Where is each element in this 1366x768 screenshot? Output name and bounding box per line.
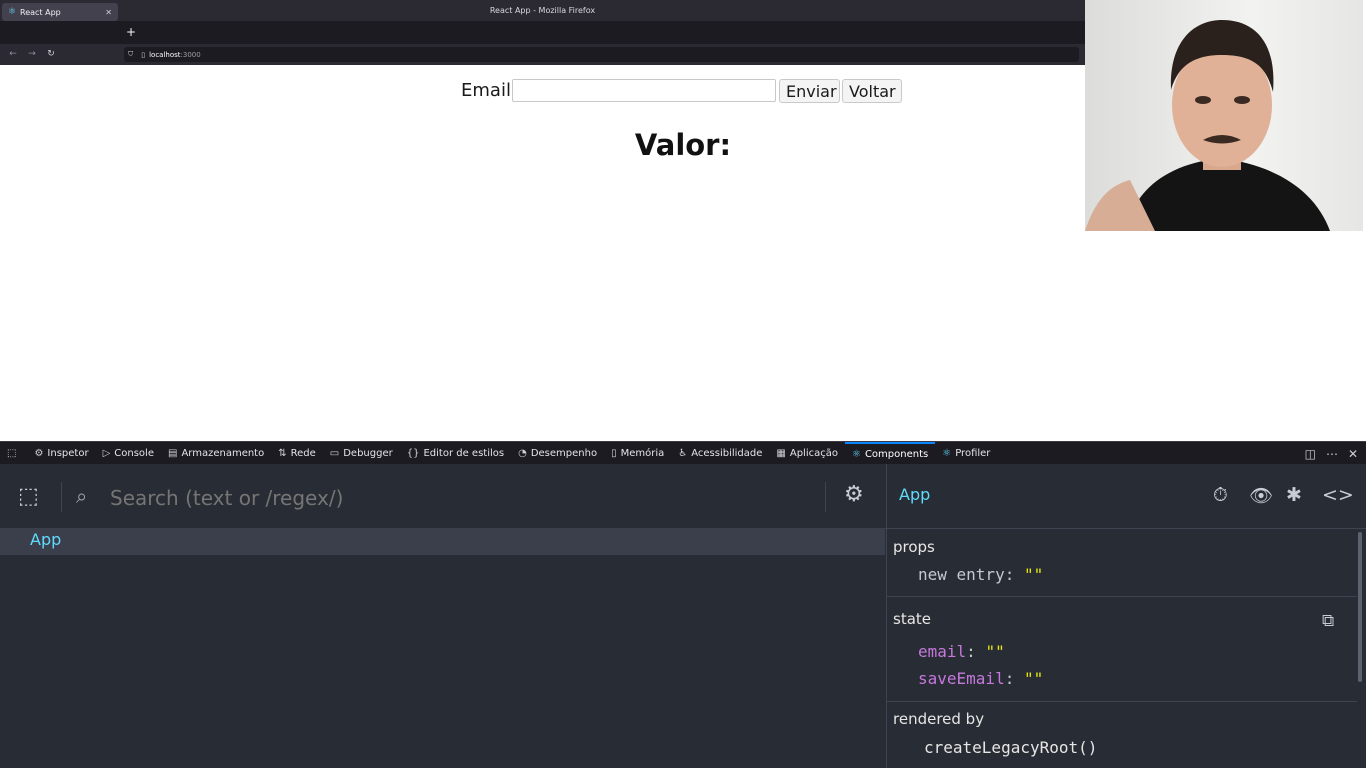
tab-strip (0, 21, 1085, 44)
url-host: localhost (149, 50, 181, 59)
prop-key: new entry (918, 565, 1005, 584)
tab-aplicacao[interactable]: ▦ Aplicação (769, 442, 845, 465)
react-icon: ⚛ (851, 449, 861, 460)
devtools-toolbar: ⬚ ⚙ Inspetor ▷ Console ▤ Armazenamento ⇅ Red… (0, 441, 1366, 465)
state-key: email (918, 642, 967, 661)
application-icon: ▦ (776, 448, 786, 459)
memory-icon: ▯ (611, 448, 617, 459)
debugger-icon: ▭ (329, 448, 340, 459)
email-input[interactable] (512, 79, 776, 102)
tab-memoria[interactable]: ▯ Memória (604, 442, 671, 465)
react-icon: ⚛ (942, 448, 952, 459)
back-icon[interactable]: ← (6, 44, 20, 65)
stopwatch-icon[interactable]: ⏱ (1213, 484, 1228, 506)
state-value: "" (985, 642, 1005, 661)
window-title-bar: React App - Mozilla Firefox (0, 0, 1085, 21)
tracking-shield-icon[interactable]: ⛉ (128, 50, 133, 59)
search-icon: ⌕ (76, 484, 88, 508)
eye-icon[interactable]: 👁 (1249, 484, 1273, 507)
rendered-by-value[interactable]: createLegacyRoot() (924, 738, 1097, 757)
tab-rede[interactable]: ⇅ Rede (271, 442, 323, 465)
state-key: saveEmail (918, 669, 1005, 688)
enviar-button[interactable]: Enviar (779, 79, 840, 103)
forward-icon[interactable]: → (25, 44, 39, 65)
more-options-icon[interactable]: ⋯ (1326, 447, 1338, 461)
element-picker-button[interactable]: ⬚ (0, 442, 27, 465)
prop-value: "" (1023, 565, 1044, 584)
accessibility-icon: ♿ (678, 448, 688, 459)
browser-tab[interactable]: ⚛ React App ✕ (2, 3, 118, 21)
tab-label: Inspetor (47, 448, 89, 459)
storage-icon: ▤ (167, 448, 178, 459)
tab-label: Profiler (955, 448, 991, 459)
tab-label: Desempenho (530, 448, 598, 459)
state-value: "" (1023, 669, 1044, 688)
voltar-button[interactable]: Voltar (842, 79, 902, 103)
state-section-title: state (893, 610, 931, 628)
rendered-by-title: rendered by (893, 710, 985, 728)
url-port: :3000 (180, 50, 201, 59)
section-divider (887, 596, 1357, 597)
devtools-window-controls: ◫ ⋯ ✕ (1305, 447, 1366, 461)
tab-label: Editor de estilos (423, 448, 505, 459)
element-picker-icon: ⬚ (7, 448, 17, 459)
page-info-icon[interactable]: ▯ (141, 51, 145, 59)
style-editor-icon: {} (406, 448, 420, 459)
window-title: React App - Mozilla Firefox (489, 6, 596, 15)
email-label: Email (461, 80, 511, 101)
section-divider (887, 701, 1357, 702)
scrollbar[interactable] (1358, 532, 1362, 682)
select-element-icon[interactable]: ⬚ (18, 484, 39, 509)
close-tab-icon[interactable]: ✕ (105, 8, 112, 17)
network-icon: ⇅ (278, 448, 287, 459)
tab-profiler[interactable]: ⚛ Profiler (935, 442, 997, 465)
close-devtools-icon[interactable]: ✕ (1348, 447, 1358, 461)
tab-title: React App (20, 7, 61, 17)
inspector-icon: ⚙ (34, 448, 44, 459)
divider (825, 482, 826, 512)
tab-label: Acessibilidade (691, 448, 763, 459)
prop-row[interactable]: new entry: "" (918, 565, 1043, 584)
tab-components[interactable]: ⚛ Components (844, 442, 936, 465)
state-row[interactable]: email: "" (918, 642, 1005, 661)
tab-acessibilidade[interactable]: ♿ Acessibilidade (671, 442, 769, 465)
selected-component-name: App (899, 485, 931, 504)
react-favicon-icon: ⚛ (8, 7, 17, 17)
state-row[interactable]: saveEmail: "" (918, 669, 1043, 688)
reload-icon[interactable]: ↻ (44, 44, 58, 65)
divider (61, 482, 62, 512)
url-bar[interactable]: ⛉ ▯ localhost:3000 (124, 47, 1079, 62)
tab-label: Rede (290, 448, 316, 459)
performance-icon: ◔ (518, 448, 527, 459)
new-tab-button[interactable]: + (124, 22, 138, 42)
tab-label: Console (114, 448, 154, 459)
tab-editor-de-estilos[interactable]: {} Editor de estilos (400, 442, 511, 465)
view-source-icon[interactable]: <> (1322, 484, 1354, 506)
copy-icon[interactable]: ⧉ (1322, 611, 1334, 631)
tab-label: Armazenamento (181, 448, 265, 459)
tab-label: Aplicação (789, 448, 838, 459)
dock-toggle-icon[interactable]: ◫ (1305, 447, 1316, 461)
props-section-title: props (893, 538, 935, 556)
component-search-input[interactable] (108, 480, 812, 516)
tab-label: Components (864, 449, 929, 460)
settings-gear-icon[interactable]: ⚙ (844, 482, 864, 507)
tab-desempenho[interactable]: ◔ Desempenho (511, 442, 604, 465)
tab-label: Memória (620, 448, 665, 459)
console-icon: ▷ (102, 448, 111, 459)
tree-component-name: App (30, 530, 62, 549)
bug-icon[interactable]: ✱ (1286, 484, 1302, 506)
tab-console[interactable]: ▷ Console (96, 442, 161, 465)
tree-row[interactable]: App (0, 528, 885, 555)
tab-debugger[interactable]: ▭ Debugger (323, 442, 400, 465)
tab-inspetor[interactable]: ⚙ Inspetor (27, 442, 95, 465)
tab-armazenamento[interactable]: ▤ Armazenamento (161, 442, 271, 465)
presenter-webcam-overlay (1085, 0, 1363, 231)
tab-label: Debugger (343, 448, 393, 459)
